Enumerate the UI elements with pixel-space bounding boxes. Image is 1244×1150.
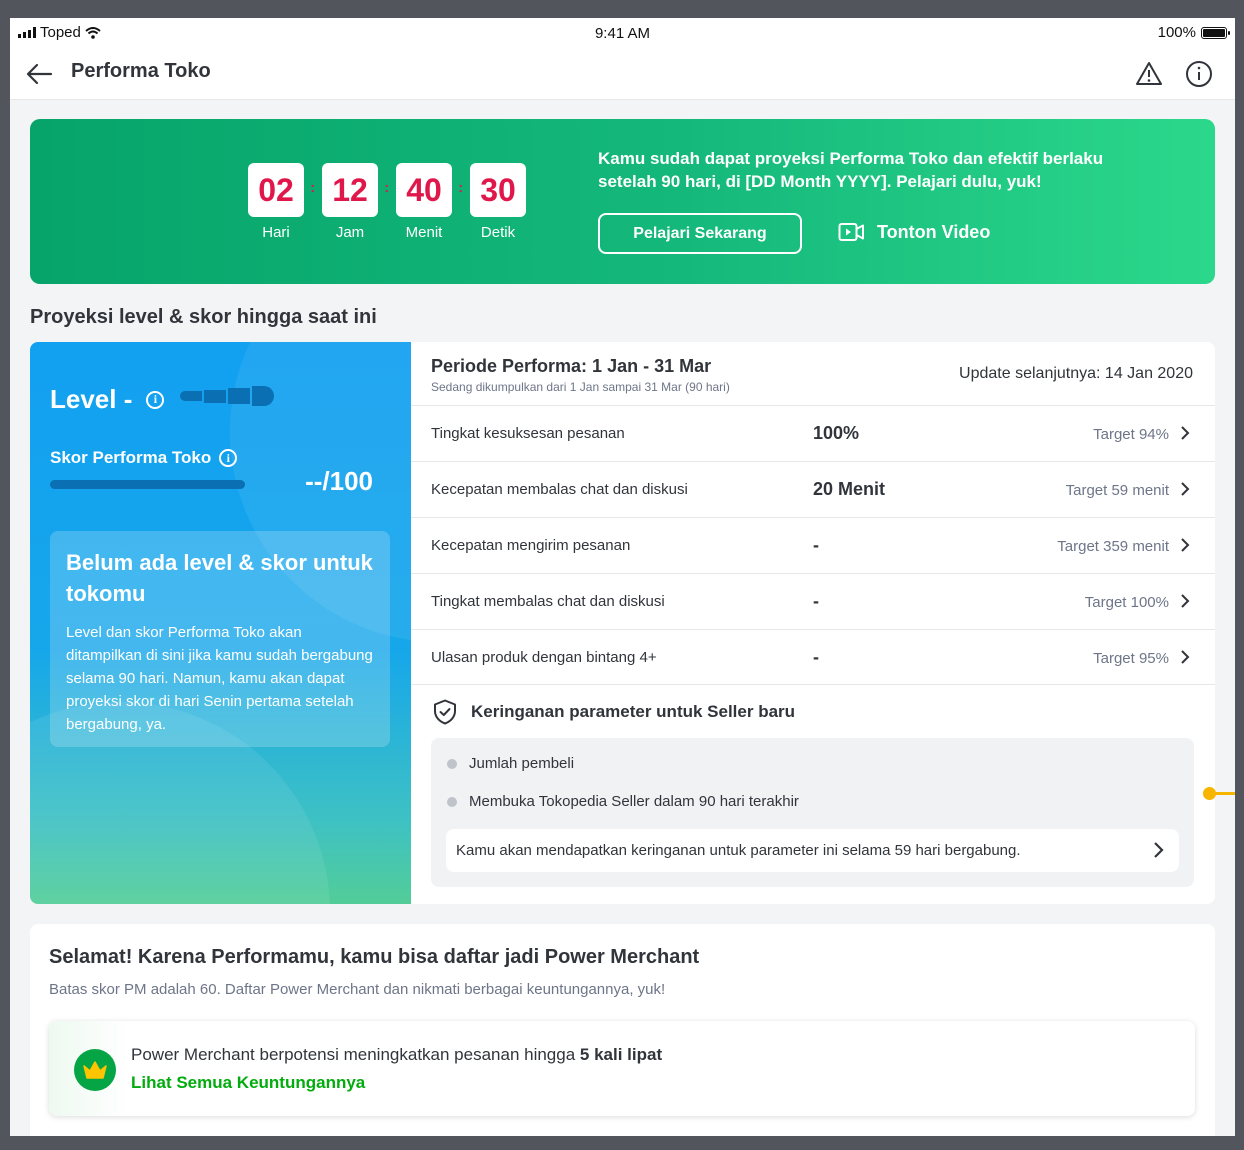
countdown-value: 30 (470, 163, 526, 217)
skor-progress-bar (50, 480, 245, 489)
watch-video-link[interactable]: Tonton Video (838, 221, 990, 243)
battery-icon (1201, 26, 1230, 39)
level-label: Level - (50, 384, 133, 414)
metric-row[interactable]: Tingkat membalas chat dan diskusi - Targ… (411, 573, 1215, 629)
list-item: Membuka Tokopedia Seller dalam 90 hari t… (447, 793, 799, 810)
metric-target: Target 95% (1093, 650, 1169, 667)
countdown-hours: 12 Jam : (322, 163, 389, 241)
chevron-right-icon (1181, 482, 1190, 496)
chevron-right-icon (1181, 538, 1190, 552)
status-time: 9:41 AM (594, 25, 651, 42)
pm-benefit-prefix: Power Merchant berpotensi meningkatkan p… (131, 1045, 580, 1064)
metric-target: Target 100% (1084, 594, 1169, 611)
metric-row[interactable]: Tingkat kesuksesan pesanan 100% Target 9… (411, 405, 1215, 461)
banner-message: Kamu sudah dapat proyeksi Performa Toko … (598, 149, 1104, 191)
metric-target: Target 59 menit (1065, 482, 1169, 499)
chevron-right-icon (1181, 594, 1190, 608)
level-info-icon[interactable]: i (146, 390, 165, 409)
countdown-label: Menit (405, 224, 443, 241)
skor-label: Skor Performa Toko (50, 448, 212, 467)
metric-label: Tingkat membalas chat dan diskusi (431, 593, 665, 610)
metric-value: 20 Menit (813, 479, 886, 499)
empty-level-title: Belum ada level & skor untuk tokomu (66, 550, 373, 606)
metric-value: - (813, 535, 819, 555)
pm-benefit-text: Power Merchant berpotensi meningkatkan p… (131, 1045, 662, 1065)
app-bar: Performa Toko (10, 48, 1235, 100)
countdown-value: 40 (396, 163, 452, 217)
list-item-label: Membuka Tokopedia Seller dalam 90 hari t… (469, 793, 799, 810)
list-item: Jumlah pembeli (447, 755, 574, 772)
learn-now-button[interactable]: Pelajari Sekarang (598, 213, 802, 254)
periode-subtitle: Sedang dikumpulkan dari 1 Jan sampai 31 … (431, 380, 730, 394)
metric-value: - (813, 647, 819, 667)
metric-row[interactable]: Ulasan produk dengan bintang 4+ - Target… (411, 629, 1215, 685)
projection-banner: 02 Hari : 12 Jam : 40 Menit : 30 Detik K… (30, 119, 1215, 284)
battery-percent: 100% (1157, 24, 1196, 41)
countdown-value: 12 (322, 163, 378, 217)
back-arrow-icon[interactable] (24, 60, 54, 88)
empty-level-description: Level dan skor Performa Toko akan ditamp… (66, 624, 373, 733)
countdown-days: 02 Hari : (248, 163, 315, 241)
empty-level-notice: Belum ada level & skor untuk tokomu Leve… (50, 531, 390, 747)
video-link-label: Tonton Video (877, 221, 991, 242)
chevron-right-icon (1181, 426, 1190, 440)
metric-value: - (813, 591, 819, 611)
skor-info-icon[interactable]: i (219, 449, 238, 467)
shield-check-icon (434, 699, 456, 725)
metric-row[interactable]: Kecepatan membalas chat dan diskusi 20 M… (411, 461, 1215, 517)
metrics-card: Periode Performa: 1 Jan - 31 Mar Sedang … (411, 342, 1215, 904)
countdown-minutes: 40 Menit : (396, 163, 463, 241)
list-item-label: Jumlah pembeli (469, 755, 575, 772)
chevron-right-icon (1181, 650, 1190, 664)
video-icon (838, 223, 864, 241)
metric-row[interactable]: Kecepatan mengirim pesanan - Target 359 … (411, 517, 1215, 573)
pm-benefit-highlight: 5 kali lipat (579, 1045, 663, 1064)
section-title: Proyeksi level & skor hingga saat ini (30, 306, 377, 328)
countdown-timer: 02 Hari : 12 Jam : 40 Menit : 30 Detik (248, 163, 544, 241)
countdown-label: Jam (335, 224, 365, 241)
pm-title: Selamat! Karena Performamu, kamu bisa da… (49, 946, 700, 968)
countdown-seconds: 30 Detik (470, 163, 526, 241)
countdown-separator: : (384, 179, 389, 195)
keringanan-title: Keringanan parameter untuk Seller baru (471, 702, 796, 721)
level-bars-icon (180, 386, 274, 406)
skor-heading: Skor Performa Toko i (50, 448, 238, 468)
warning-icon[interactable] (1134, 59, 1164, 89)
countdown-label: Detik (480, 224, 516, 241)
keringanan-box: Jumlah pembeli Membuka Tokopedia Seller … (431, 738, 1194, 887)
status-right: 100% (1157, 24, 1230, 41)
next-update-text: Update selanjutnya: 14 Jan 2020 (959, 365, 1193, 382)
chevron-right-icon (1154, 842, 1164, 858)
metric-value: 100% (813, 423, 860, 443)
pm-subtitle: Batas skor PM adalah 60. Daftar Power Me… (49, 981, 666, 998)
crown-icon (74, 1049, 116, 1091)
annotation-dot (1203, 787, 1216, 800)
pm-benefit-box: Power Merchant berpotensi meningkatkan p… (49, 1021, 1195, 1116)
metric-label: Kecepatan mengirim pesanan (431, 537, 631, 554)
metric-label: Kecepatan membalas chat dan diskusi (431, 481, 688, 498)
bullet-dot (447, 796, 457, 807)
metric-label: Tingkat kesuksesan pesanan (431, 425, 625, 442)
metric-target: Target 359 menit (1057, 538, 1169, 555)
keringanan-notice-text: Kamu akan mendapatkan keringanan untuk p… (456, 842, 1021, 859)
metric-label: Ulasan produk dengan bintang 4+ (431, 649, 657, 666)
see-all-benefits-link[interactable]: Lihat Semua Keuntungannya (131, 1073, 365, 1093)
power-merchant-card: Selamat! Karena Performamu, kamu bisa da… (30, 924, 1215, 1136)
level-heading: Level - i (50, 384, 165, 415)
level-card: Level - i Skor Performa Toko i --/100 Be… (30, 342, 411, 904)
countdown-value: 02 (248, 163, 304, 217)
device-screen: Toped 9:41 AM 100% Performa Toko 02 Hari… (10, 18, 1235, 1136)
countdown-label: Hari (262, 224, 290, 241)
periode-title: Periode Performa: 1 Jan - 31 Mar (431, 356, 712, 376)
keringanan-notice[interactable]: Kamu akan mendapatkan keringanan untuk p… (446, 829, 1179, 872)
countdown-separator: : (458, 179, 463, 195)
keringanan-heading: Keringanan parameter untuk Seller baru (431, 698, 795, 726)
countdown-separator: : (310, 179, 315, 195)
bullet-dot (447, 758, 457, 769)
metric-target: Target 94% (1093, 426, 1169, 443)
skor-value: --/100 (305, 466, 373, 496)
info-icon[interactable] (1184, 59, 1214, 89)
page-title: Performa Toko (71, 60, 211, 82)
status-bar: Toped 9:41 AM 100% (10, 18, 1235, 48)
